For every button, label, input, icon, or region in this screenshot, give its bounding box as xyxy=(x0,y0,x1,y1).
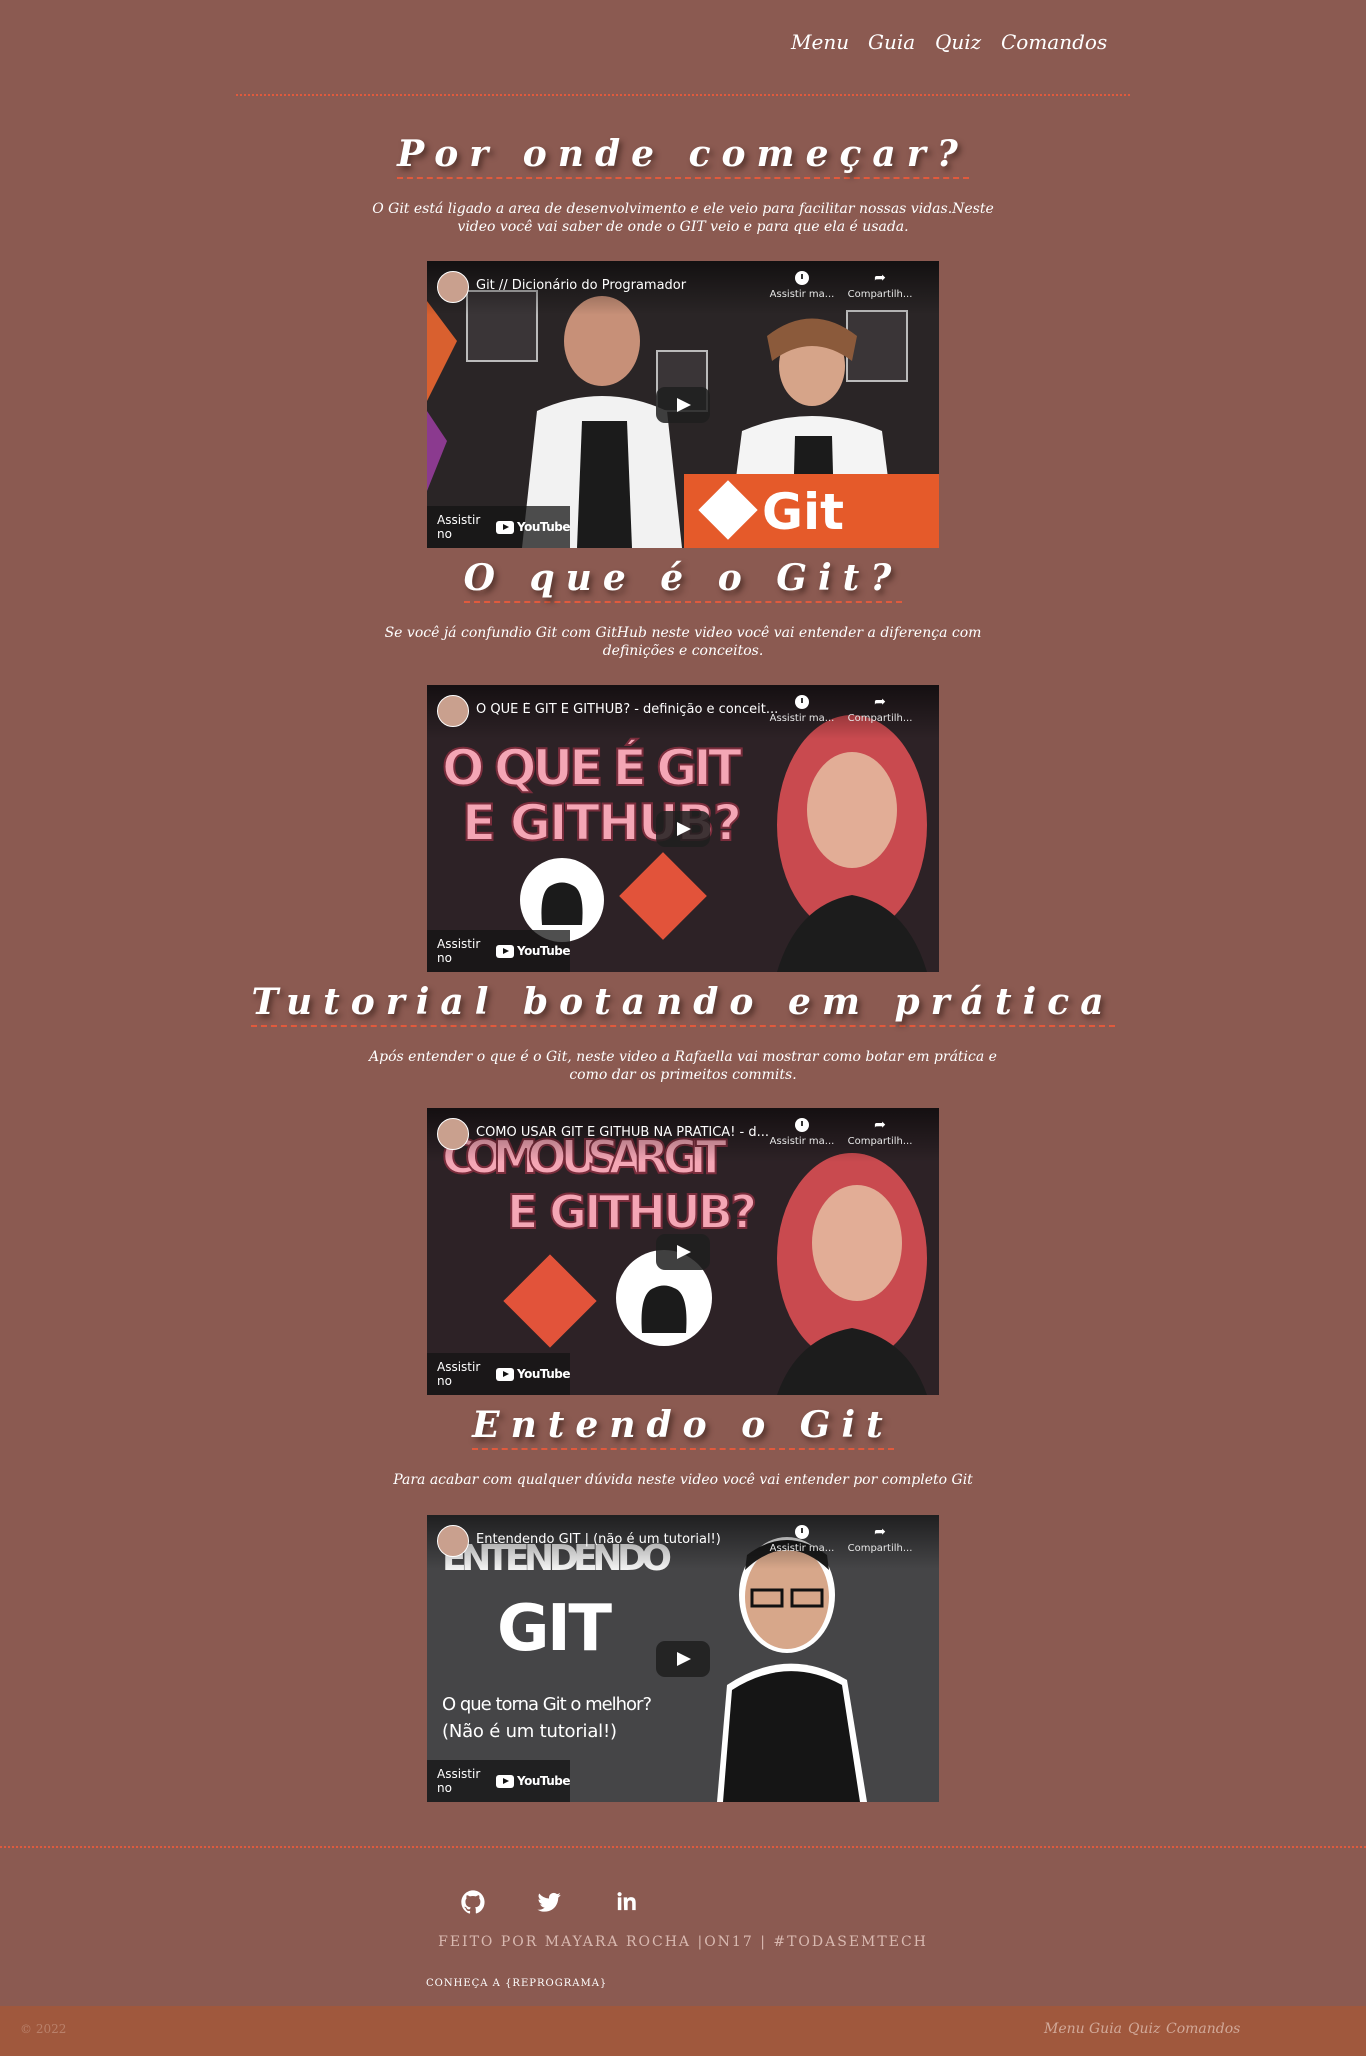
share-icon: ➦ xyxy=(874,694,886,710)
clock-icon xyxy=(795,271,809,285)
play-button[interactable] xyxy=(656,811,710,847)
section-description-1: O Git está ligado a area de desenvolvime… xyxy=(372,201,994,235)
watch-on-youtube-button[interactable]: Assistir no YouTube xyxy=(427,930,571,972)
svg-text:(Não é um tutorial!): (Não é um tutorial!) xyxy=(442,1721,617,1742)
reprograma-link[interactable]: CONHEÇA A {REPROGRAMA} xyxy=(426,1978,607,1989)
video-title-2[interactable]: O QUE É GIT E GITHUB? - definição e conc… xyxy=(476,702,786,717)
video-player-1[interactable]: Git Git // Dicionário do Programador Ass… xyxy=(427,261,939,548)
linkedin-icon[interactable] xyxy=(612,1888,640,1916)
share-button[interactable]: ➦ Compartilh... xyxy=(845,1525,915,1554)
watch-on-youtube-button[interactable]: Assistir no YouTube xyxy=(427,1760,571,1802)
bottom-nav-menu[interactable]: Menu xyxy=(1044,2021,1085,2037)
section-description-4: Para acabar com qualquer dúvida neste vi… xyxy=(393,1472,973,1488)
channel-avatar[interactable] xyxy=(437,271,469,303)
video-title-1[interactable]: Git // Dicionário do Programador xyxy=(476,278,786,293)
bottom-bar: © 2022 Menu Guia Quiz Comandos xyxy=(0,2006,1366,2056)
youtube-logo: YouTube xyxy=(495,1774,571,1788)
video-title-4[interactable]: Entendendo GIT | (não é um tutorial!) xyxy=(476,1532,786,1547)
header-divider xyxy=(236,94,1130,96)
section-title-2: O que é o Git? xyxy=(0,556,1366,603)
video-player-4[interactable]: ENTENDENDO GIT O que torna Git o melhor?… xyxy=(427,1515,939,1802)
channel-avatar[interactable] xyxy=(437,695,469,727)
share-icon: ➦ xyxy=(874,1524,886,1540)
play-button[interactable] xyxy=(656,1234,710,1270)
channel-avatar[interactable] xyxy=(437,1525,469,1557)
play-button[interactable] xyxy=(656,1641,710,1677)
watch-on-youtube-button[interactable]: Assistir no YouTube xyxy=(427,1353,571,1395)
section-description-3: Após entender o que é o Git, neste video… xyxy=(369,1049,997,1083)
section-title-4: Entendo o Git xyxy=(0,1403,1366,1450)
svg-text:GIT: GIT xyxy=(497,1592,612,1666)
clock-icon xyxy=(795,1525,809,1539)
youtube-logo: YouTube xyxy=(495,520,571,534)
bottom-nav-quiz[interactable]: Quiz xyxy=(1128,2021,1160,2037)
watch-later-button[interactable]: Assistir ma... xyxy=(767,1525,837,1554)
footer-divider xyxy=(0,1846,1366,1848)
watch-on-youtube-button[interactable]: Assistir no YouTube xyxy=(427,506,571,548)
footer-credit: FEITO POR MAYARA ROCHA |ON17 | #TODASEMT… xyxy=(438,1934,928,1950)
bottom-nav-guia[interactable]: Guia xyxy=(1089,2021,1122,2037)
video-player-2[interactable]: O QUE É GIT E GITHUB? O QUE É GIT E GITH… xyxy=(427,685,939,972)
section-title-3: Tutorial botando em prática xyxy=(0,980,1366,1027)
channel-avatar[interactable] xyxy=(437,1118,469,1150)
section-description-2: Se você já confundio Git com GitHub nest… xyxy=(384,625,982,659)
bottom-nav-comandos[interactable]: Comandos xyxy=(1166,2021,1240,2037)
nav-link-comandos[interactable]: Comandos xyxy=(1001,30,1107,54)
share-icon: ➦ xyxy=(874,1117,886,1133)
thumbnail-git-text: Git xyxy=(762,483,844,541)
svg-text:O que torna Git o melhor?: O que torna Git o melhor? xyxy=(442,1694,652,1715)
share-button[interactable]: ➦ Compartilh... xyxy=(845,271,915,300)
nav-link-guia[interactable]: Guia xyxy=(868,30,915,54)
share-button[interactable]: ➦ Compartilh... xyxy=(845,695,915,724)
svg-text:E GITHUB?: E GITHUB? xyxy=(507,1185,757,1239)
share-button[interactable]: ➦ Compartilh... xyxy=(845,1118,915,1147)
clock-icon xyxy=(795,1118,809,1132)
watch-later-button[interactable]: Assistir ma... xyxy=(767,695,837,724)
video-title-3[interactable]: COMO USAR GIT E GITHUB NA PRÁTICA! - d..… xyxy=(476,1125,786,1140)
youtube-logo: YouTube xyxy=(495,944,571,958)
svg-text:O QUE É GIT: O QUE É GIT xyxy=(442,738,742,797)
watch-later-button[interactable]: Assistir ma... xyxy=(767,1118,837,1147)
github-icon[interactable] xyxy=(459,1888,487,1916)
video-player-3[interactable]: COMO USAR GIT E GITHUB? COMO USAR GIT E … xyxy=(427,1108,939,1395)
share-icon: ➦ xyxy=(874,270,886,286)
twitter-icon[interactable] xyxy=(535,1888,563,1916)
clock-icon xyxy=(795,695,809,709)
section-title-1: Por onde começar? xyxy=(0,132,1366,179)
youtube-logo: YouTube xyxy=(495,1367,571,1381)
watch-later-button[interactable]: Assistir ma... xyxy=(767,271,837,300)
nav-link-quiz[interactable]: Quiz xyxy=(935,30,981,54)
copyright-text: © 2022 xyxy=(20,2022,67,2036)
play-button[interactable] xyxy=(656,387,710,423)
nav-link-menu[interactable]: Menu xyxy=(791,30,849,54)
